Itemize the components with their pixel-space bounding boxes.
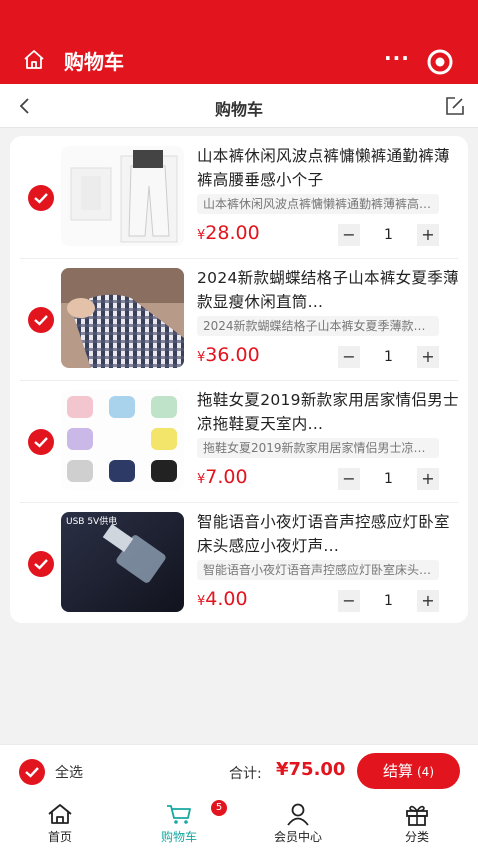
increase-button[interactable]: + [417,224,439,246]
product-image-slippers[interactable] [61,390,184,490]
item-checkbox-checked-icon[interactable] [27,184,55,212]
cart-icon [167,805,191,824]
gift-icon [406,805,428,826]
decrease-button[interactable]: − [338,468,360,490]
product-price: ¥36.00 [197,344,260,366]
select-all-label[interactable]: 全选 [55,762,83,782]
cart-item: USB 5V供电 智能语音小夜灯语音声控感应灯卧室床头感应小夜灯声... 智能语… [10,502,468,624]
quantity-stepper: − 1 + [338,468,439,490]
product-image-pants[interactable] [61,146,184,246]
decrease-button[interactable]: − [338,590,360,612]
select-all-checkbox-icon[interactable] [18,758,46,786]
quantity-value[interactable]: 1 [360,224,417,246]
home-icon [48,804,72,824]
tab-member-center[interactable]: 会员中心 [248,802,348,848]
tab-home[interactable]: 首页 [10,802,110,848]
quantity-stepper: − 1 + [338,224,439,246]
quantity-value[interactable]: 1 [360,590,417,612]
edit-icon[interactable] [444,95,466,117]
quantity-stepper: − 1 + [338,346,439,368]
product-sku[interactable]: 2024新款蝴蝶结格子山本裤女夏季薄款显瘦休闲直筒 [197,316,439,336]
home-icon[interactable] [22,48,46,72]
increase-button[interactable]: + [417,468,439,490]
cart-count-badge: 5 [211,800,227,816]
product-price: ¥4.00 [197,588,248,610]
product-price: ¥28.00 [197,222,260,244]
cart-item: 拖鞋女夏2019新款家用居家情侣男士凉拖鞋夏天室内... 拖鞋女夏2019新款家… [10,380,468,502]
tab-label: 购物车 [160,830,197,844]
product-title[interactable]: 拖鞋女夏2019新款家用居家情侣男士凉拖鞋夏天室内... [197,388,459,436]
decrease-button[interactable]: − [338,346,360,368]
price-value: 4.00 [205,588,248,610]
price-value: 36.00 [205,344,260,366]
more-menu-button[interactable]: ··· [384,46,410,70]
quantity-value[interactable]: 1 [360,468,417,490]
page-title: 购物车 [214,100,263,119]
user-icon [287,803,309,826]
total-label: 合计: [229,766,262,782]
product-sku[interactable]: 拖鞋女夏2019新款家用居家情侣男士凉拖鞋夏天室内 [197,438,439,458]
decrease-button[interactable]: − [338,224,360,246]
quantity-stepper: − 1 + [338,590,439,612]
cart-item: 山本裤休闲风波点裤慵懒裤通勤裤薄裤高腰垂感小个子 山本裤休闲风波点裤慵懒裤通勤裤… [10,136,468,258]
item-checkbox-checked-icon[interactable] [27,306,55,334]
total-amount: ¥75.00 [276,759,346,780]
tab-category[interactable]: 分类 [367,802,467,848]
increase-button[interactable]: + [417,346,439,368]
tab-label: 分类 [404,830,429,844]
app-title: 购物车 [64,50,124,74]
product-image-night-light[interactable]: USB 5V供电 [61,512,184,612]
item-checkbox-checked-icon[interactable] [27,428,55,456]
nav-bar: 购物车 [0,84,478,128]
tab-bar: 首页 购物车 会员中心 分类 [0,798,478,850]
app-bar: 购物车 ··· [0,0,478,84]
close-miniapp-icon[interactable] [426,48,454,76]
quantity-value[interactable]: 1 [360,346,417,368]
increase-button[interactable]: + [417,590,439,612]
cart-list: 山本裤休闲风波点裤慵懒裤通勤裤薄裤高腰垂感小个子 山本裤休闲风波点裤慵懒裤通勤裤… [10,136,468,623]
tab-label: 会员中心 [273,830,322,844]
checkout-button[interactable]: 结算 (4) [357,753,460,789]
checkout-bar: 全选 合计: ¥75.00 结算 (4) [0,744,478,798]
checkout-label: 结算 [382,762,413,780]
image-caption: USB 5V供电 [66,515,117,527]
product-price: ¥7.00 [197,466,248,488]
item-checkbox-checked-icon[interactable] [27,550,55,578]
price-value: 28.00 [205,222,260,244]
product-sku[interactable]: 智能语音小夜灯语音声控感应灯卧室床头感应小夜灯声 [197,560,439,580]
cart-item: 2024新款蝴蝶结格子山本裤女夏季薄款显瘦休闲直筒... 2024新款蝴蝶结格子… [10,258,468,380]
product-image-plaid-pants[interactable] [61,268,184,368]
checkout-count: (4) [417,765,434,779]
product-sku[interactable]: 山本裤休闲风波点裤慵懒裤通勤裤薄裤高腰垂感小个子 [197,194,439,214]
product-title[interactable]: 山本裤休闲风波点裤慵懒裤通勤裤薄裤高腰垂感小个子 [197,144,459,192]
product-title[interactable]: 2024新款蝴蝶结格子山本裤女夏季薄款显瘦休闲直筒... [197,266,459,314]
product-title[interactable]: 智能语音小夜灯语音声控感应灯卧室床头感应小夜灯声... [197,510,459,558]
tab-label: 首页 [47,830,72,844]
price-value: 7.00 [205,466,248,488]
